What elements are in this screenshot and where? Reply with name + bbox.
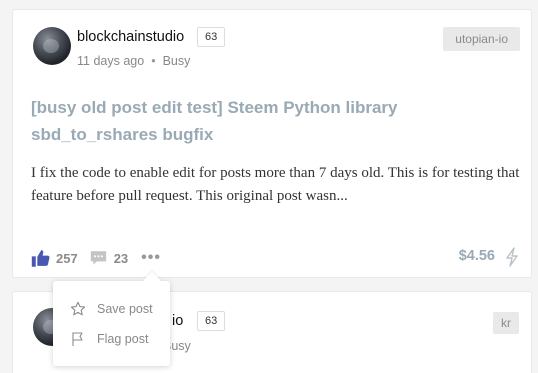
reputation-badge: 63 (197, 27, 226, 47)
flag-icon (72, 332, 83, 346)
comment-count[interactable]: 23 (114, 251, 128, 266)
flag-post-menu-item[interactable]: Flag post (70, 330, 148, 348)
star-icon (70, 301, 86, 316)
more-options-icon[interactable]: ••• (141, 250, 161, 266)
author-avatar[interactable] (33, 27, 71, 65)
separator-dot-icon: • (151, 54, 156, 68)
post-app[interactable]: Busy (163, 54, 191, 68)
post-actions: 257 23 ••• (31, 248, 161, 268)
like-count[interactable]: 257 (56, 251, 78, 266)
post-excerpt[interactable]: I fix the code to enable edit for posts … (31, 162, 521, 207)
author-name[interactable]: blockchainstudio (77, 29, 184, 45)
post-meta: 11 days ago • Busy (77, 54, 190, 68)
post-time[interactable]: 11 days ago (77, 54, 144, 68)
flag-post-label: Flag post (97, 332, 149, 346)
post-options-menu: Save post Flag post (53, 281, 170, 366)
lightning-bolt-icon (506, 247, 518, 267)
post-title[interactable]: [busy old post edit test] Steem Python l… (31, 94, 511, 148)
topic-tag[interactable]: kr (493, 312, 519, 334)
like-icon[interactable] (31, 249, 50, 267)
post-card: blockchainstudio 63 11 days ago • Busy uto… (12, 9, 532, 278)
topic-tag[interactable]: utopian-io (443, 27, 520, 51)
save-post-label: Save post (97, 302, 153, 316)
comment-icon[interactable] (90, 250, 107, 266)
reputation-badge: 63 (197, 311, 226, 331)
payout-amount[interactable]: $4.56 (459, 248, 495, 264)
author-name[interactable]: io (172, 313, 183, 329)
save-post-menu-item[interactable]: Save post (70, 300, 153, 318)
